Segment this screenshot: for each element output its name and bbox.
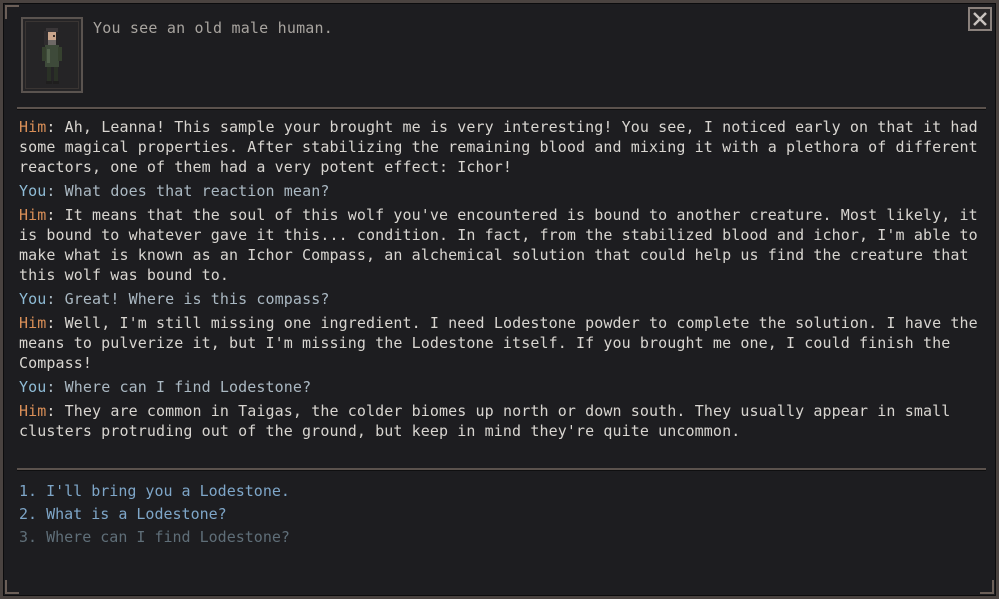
- dialogue-line: Him: It means that the soul of this wolf…: [19, 205, 989, 285]
- divider: [17, 107, 986, 110]
- npc-description: You see an old male human.: [93, 19, 333, 37]
- frame-corner-ornament: [5, 5, 19, 19]
- dialogue-line: You: Where can I find Lodestone?: [19, 377, 989, 397]
- dialogue-line: Him: They are common in Taigas, the cold…: [19, 401, 989, 441]
- speaker-name: Him: [19, 402, 47, 420]
- speaker-name: Him: [19, 314, 47, 332]
- dialogue-log: Him: Ah, Leanna! This sample your brough…: [19, 117, 989, 445]
- old-man-figure-icon: [42, 28, 62, 84]
- dialogue-line: Him: Well, I'm still missing one ingredi…: [19, 313, 989, 373]
- response-options: 1. I'll bring you a Lodestone. 2. What i…: [19, 480, 290, 549]
- dialogue-text: : It means that the soul of this wolf yo…: [19, 206, 978, 284]
- dialogue-text: : Where can I find Lodestone?: [46, 378, 312, 396]
- response-option-what-is-lodestone[interactable]: 2. What is a Lodestone?: [19, 503, 290, 526]
- speaker-name: You: [19, 290, 47, 308]
- divider: [17, 468, 986, 471]
- dialogue-line: You: What does that reaction mean?: [19, 181, 989, 201]
- response-option-bring-lodestone[interactable]: 1. I'll bring you a Lodestone.: [19, 480, 290, 503]
- dialogue-text: : They are common in Taigas, the colder …: [19, 402, 951, 440]
- dialogue-line: Him: Ah, Leanna! This sample your brough…: [19, 117, 989, 177]
- dialogue-text: : Great! Where is this compass?: [46, 290, 330, 308]
- dialogue-window: You see an old male human. Him: Ah, Lean…: [0, 0, 999, 599]
- dialogue-text: : Well, I'm still missing one ingredient…: [19, 314, 978, 372]
- dialogue-text: : What does that reaction mean?: [46, 182, 330, 200]
- frame-corner-ornament: [980, 580, 994, 594]
- speaker-name: Him: [19, 206, 47, 224]
- speaker-name: Him: [19, 118, 47, 136]
- frame-corner-ornament: [5, 580, 19, 594]
- response-option-where-find-lodestone[interactable]: 3. Where can I find Lodestone?: [19, 526, 290, 549]
- speaker-name: You: [19, 182, 47, 200]
- npc-portrait: [21, 17, 83, 93]
- dialogue-text: : Ah, Leanna! This sample your brought m…: [19, 118, 978, 176]
- speaker-name: You: [19, 378, 47, 396]
- close-button[interactable]: [968, 7, 992, 31]
- dialogue-line: You: Great! Where is this compass?: [19, 289, 989, 309]
- close-icon: [973, 12, 987, 26]
